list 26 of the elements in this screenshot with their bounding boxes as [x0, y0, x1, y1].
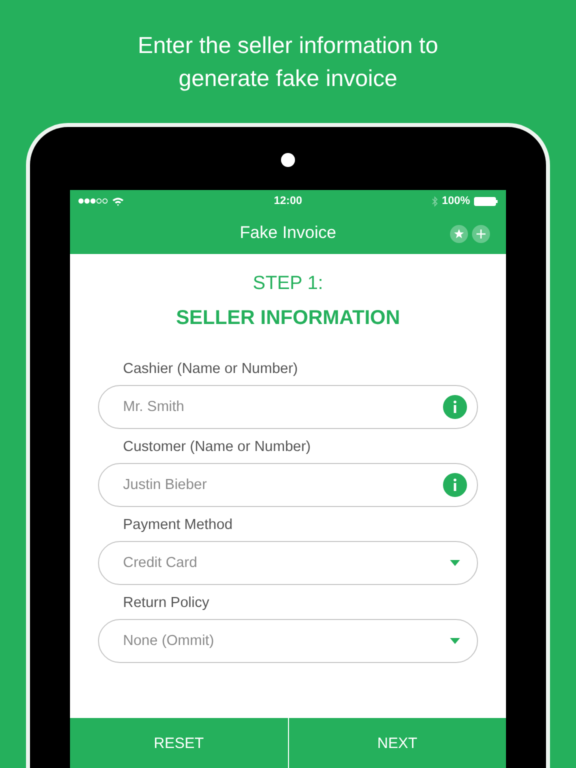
reset-button[interactable]: RESET	[70, 718, 288, 768]
battery-percent: 100%	[442, 195, 470, 207]
wifi-icon	[112, 196, 124, 206]
step-title: SELLER INFORMATION	[176, 307, 400, 330]
field-label: Customer (Name or Number)	[122, 438, 312, 457]
dropdown-field[interactable]: Credit Card	[98, 541, 478, 585]
field-label: Cashier (Name or Number)	[122, 360, 299, 379]
caret-icon	[450, 638, 460, 644]
add-icon[interactable]	[472, 225, 490, 243]
camera-icon	[281, 153, 295, 167]
input-field[interactable]: Justin Bieber	[98, 463, 478, 507]
input-field[interactable]: Mr. Smith	[98, 385, 478, 429]
dropdown-field[interactable]: None (Ommit)	[98, 619, 478, 663]
signal-icon	[78, 198, 108, 204]
bluetooth-icon	[432, 196, 438, 206]
info-icon[interactable]	[443, 395, 467, 419]
battery-icon	[474, 196, 498, 206]
field-label: Payment Method	[122, 516, 234, 535]
next-button[interactable]: NEXT	[288, 718, 506, 768]
caret-icon	[450, 560, 460, 566]
field-label: Return Policy	[122, 594, 210, 613]
headline: Enter the seller information to generate fake invoice	[136, 31, 440, 93]
step-number: STEP 1:	[252, 273, 324, 295]
status-time: 12:00	[274, 195, 302, 207]
nav-title: Fake Invoice	[240, 223, 336, 243]
info-icon[interactable]	[443, 473, 467, 497]
